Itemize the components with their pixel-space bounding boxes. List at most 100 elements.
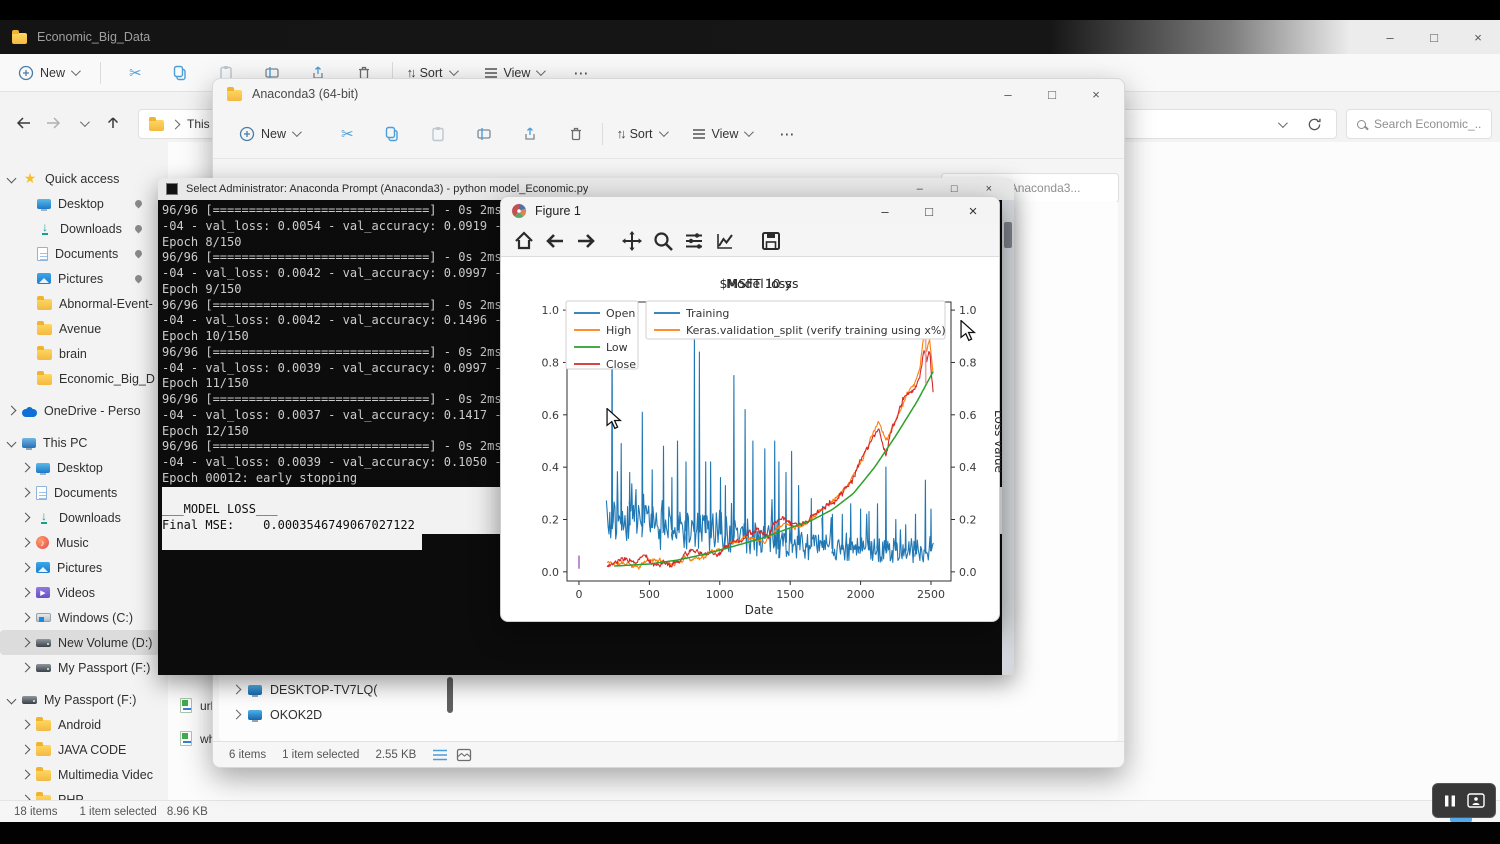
minimize-button[interactable]: – [917,183,923,195]
chevron-right-icon[interactable] [232,685,242,695]
chevron-right-icon[interactable] [21,488,31,498]
sidebar-item-onedrive-persona[interactable]: OneDrive - Persona [0,398,160,423]
file-item-url[interactable]: url [180,698,213,713]
new-button[interactable]: New [239,126,299,142]
tree-item-okok2d[interactable]: OKOK2D [233,702,322,727]
chevron-right-icon[interactable] [21,563,31,573]
up-button[interactable] [98,115,128,131]
close-button[interactable]: × [986,183,992,195]
sidebar-item-pictures[interactable]: Pictures [0,266,160,291]
sidebar-item-abnormal-event[interactable]: Abnormal-Event- [0,291,160,316]
copy-button[interactable] [172,65,188,81]
cut-button[interactable]: ✂ [129,64,142,82]
share-button[interactable] [522,126,538,142]
scrollbar-thumb[interactable] [1004,222,1012,248]
titlebar[interactable]: Figure 1 – □ × [501,197,999,225]
sidebar-item-desktop[interactable]: Desktop [0,191,160,216]
new-button[interactable]: New [18,65,78,81]
chevron-right-icon[interactable] [21,745,31,755]
chevron-right-icon[interactable] [21,613,31,623]
titlebar[interactable]: Anaconda3 (64-bit) – □ × [213,79,1124,109]
save-button[interactable] [760,230,782,252]
pc-icon [22,438,36,448]
view-button[interactable]: View [692,127,752,141]
sidebar-item-new-volume-d[interactable]: New Volume (D:) [0,630,160,655]
sidebar-item-documents[interactable]: Documents [0,241,160,266]
sidebar-item-documents[interactable]: Documents [0,480,160,505]
back-button[interactable] [544,230,566,252]
scrollbar-thumb[interactable] [447,677,453,713]
chevron-right-icon[interactable] [21,663,31,673]
pan-button[interactable] [621,230,643,252]
sidebar-item-windows-c[interactable]: Windows (C:) [0,605,160,630]
minimize-button[interactable]: – [986,79,1030,109]
sidebar-item-videos[interactable]: Videos [0,580,160,605]
titlebar[interactable]: Economic_Big_Data – □ × [0,20,1500,54]
sidebar-item-pictures[interactable]: Pictures [0,555,160,580]
sidebar-item-my-passport-f[interactable]: My Passport (F:) [0,655,160,680]
sidebar-item-downloads[interactable]: Downloads [0,505,160,530]
cut-button[interactable]: ✂ [341,125,354,143]
refresh-icon[interactable] [1307,117,1322,132]
sidebar-item-quick-access[interactable]: Quick access [0,166,160,191]
chevron-right-icon[interactable] [21,720,31,730]
chevron-right-icon[interactable] [21,463,31,473]
sidebar-item-java-code[interactable]: JAVA CODE [0,737,160,762]
chevron-down-icon[interactable] [7,695,17,705]
more-options-button[interactable]: ⋯ [779,125,795,143]
loss-price-chart[interactable]: 050010001500200025000.00.00.20.20.40.40.… [501,257,1001,623]
close-button[interactable]: × [1074,79,1118,109]
chevron-right-icon[interactable] [232,710,242,720]
maximize-button[interactable]: □ [1412,22,1456,52]
minimize-button[interactable]: – [863,196,907,226]
maximize-button[interactable]: □ [951,183,958,195]
sort-button[interactable]: Sort [617,126,666,141]
details-view-toggle[interactable] [432,748,448,762]
sidebar-item-my-passport-f[interactable]: My Passport (F:) [0,687,160,712]
close-button[interactable]: × [1456,22,1500,52]
paste-button[interactable] [430,126,446,142]
back-button[interactable] [8,115,38,131]
sidebar-item-php[interactable]: PHP [0,787,160,800]
webcam-overlay-button[interactable] [1467,793,1485,808]
search-box[interactable]: Search Economic_... [1346,109,1492,139]
folder-icon [37,324,52,335]
chevron-down-icon[interactable] [7,174,17,184]
file-item-wh[interactable]: wh [180,731,215,746]
rename-button[interactable] [476,126,492,142]
sidebar-item-desktop[interactable]: Desktop [0,455,160,480]
chevron-right-icon[interactable] [21,513,31,523]
sidebar-item-brain[interactable]: brain [0,341,160,366]
chevron-right-icon[interactable] [21,588,31,598]
scrollbar-track[interactable] [1002,200,1014,675]
forward-button[interactable] [575,230,597,252]
configure-subplots-button[interactable] [683,230,705,252]
copy-button[interactable] [384,126,400,142]
chevron-down-icon[interactable] [7,438,17,448]
sidebar-item-multimedia-videc[interactable]: Multimedia Videc [0,762,160,787]
chevron-right-icon[interactable] [21,538,31,548]
sidebar-item-music[interactable]: Music [0,530,160,555]
home-button[interactable] [513,230,535,252]
chevron-right-icon[interactable] [7,406,17,416]
pause-button[interactable] [1443,794,1457,808]
delete-button[interactable] [568,126,584,142]
sidebar-item-android[interactable]: Android [0,712,160,737]
sidebar-item-avenue[interactable]: Avenue [0,316,160,341]
tree-item-desktop-tv7lq[interactable]: DESKTOP-TV7LQ( [233,677,377,702]
minimize-button[interactable]: – [1368,22,1412,52]
thumbnail-view-toggle[interactable] [456,748,472,762]
sidebar-item-downloads[interactable]: Downloads [0,216,160,241]
chevron-right-icon[interactable] [21,638,31,648]
zoom-button[interactable] [652,230,674,252]
recent-locations-button[interactable] [68,120,98,127]
edit-axes-button[interactable] [714,230,736,252]
sidebar-item-this-pc[interactable]: This PC [0,430,160,455]
sidebar-item-economic-big-da[interactable]: Economic_Big_Da [0,366,160,391]
address-dropdown-icon[interactable] [1278,118,1288,128]
maximize-button[interactable]: □ [1030,79,1074,109]
close-button[interactable]: × [951,196,995,226]
forward-button[interactable] [38,115,68,131]
maximize-button[interactable]: □ [907,196,951,226]
chevron-right-icon[interactable] [21,770,31,780]
